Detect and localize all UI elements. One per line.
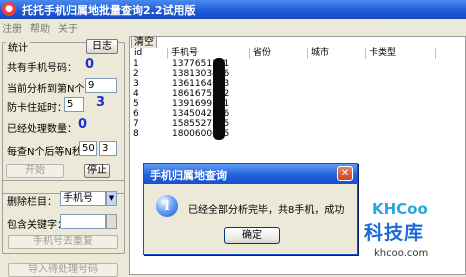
watermark-name: 科技库 <box>364 222 425 244</box>
delay-label: 防卡住延时： <box>7 103 67 114</box>
menu-register[interactable]: 注册 <box>2 20 22 35</box>
table-row-id: 3 <box>133 79 139 89</box>
table-row-id: 1 <box>133 59 139 69</box>
delay-field[interactable]: 5 <box>64 97 84 112</box>
watermark-brand: KHCoo <box>372 200 428 218</box>
chevron-down-icon[interactable]: ▼ <box>106 191 117 206</box>
clear-tab[interactable]: 清空 <box>131 36 157 48</box>
dialog-message: 已经全部分析完毕，共8手机，成功 <box>188 205 345 216</box>
processed-value: 0 <box>78 117 88 132</box>
column-header-phone[interactable]: 手机号 <box>168 48 250 59</box>
column-header-id[interactable]: id <box>131 48 168 59</box>
contains-keyword-input[interactable] <box>60 214 106 229</box>
delete-column-label: 删除栏目： <box>7 197 57 208</box>
dedupe-button[interactable]: 手机号去重复 <box>8 235 118 249</box>
keyword-side-button[interactable] <box>106 214 117 229</box>
watermark-logo: KHCoo 科技库 khcoo.com <box>364 200 466 275</box>
pause-n-field[interactable]: 50 <box>79 141 97 156</box>
control-panel: 统计 日志 共有手机号码： 0 当前分析到第N个： 9 防卡住延时： 5 3 已… <box>0 36 127 277</box>
current-index-field[interactable]: 9 <box>85 78 117 93</box>
total-phones-value: 0 <box>85 57 95 72</box>
stats-group-label: 统计 <box>6 39 30 54</box>
menu-bar: 注册 帮助 关于 <box>0 19 466 35</box>
table-row-id: 8 <box>133 129 139 139</box>
column-header-city[interactable]: 城市 <box>308 48 366 59</box>
processed-label: 已经处理数量： <box>7 124 77 135</box>
close-icon[interactable]: ✕ <box>337 166 353 181</box>
dialog-title-bar: 手机归属地查询 ✕ <box>144 164 357 184</box>
current-index-label: 当前分析到第N个： <box>7 84 95 95</box>
table-row-id: 4 <box>133 89 139 99</box>
start-button[interactable]: 开始 <box>6 164 64 178</box>
ok-button[interactable]: 确定 <box>224 227 280 244</box>
window-title: 托托手机归属地批量查询2.2试用版 <box>22 4 196 17</box>
table-row-id: 7 <box>133 119 139 129</box>
table-row-id: 5 <box>133 99 139 109</box>
redaction-mark <box>213 58 225 140</box>
table-row-id: 6 <box>133 109 139 119</box>
log-button[interactable]: 日志 <box>86 39 118 54</box>
watermark-url: khcoo.com <box>374 248 429 259</box>
message-dialog: 手机归属地查询 ✕ i 已经全部分析完毕，共8手机，成功 确定 <box>143 163 358 255</box>
menu-help[interactable]: 帮助 <box>30 20 50 35</box>
app-icon: ● <box>2 2 16 16</box>
menu-about[interactable]: 关于 <box>58 20 78 35</box>
pause-s-field[interactable]: 3 <box>99 141 117 156</box>
column-header-province[interactable]: 省份 <box>250 48 308 59</box>
contains-keyword-label: 包含关键字： <box>7 220 67 231</box>
pause-label: 每查N个后等N秒: <box>7 147 86 158</box>
delay-unit-value: 3 <box>96 95 106 110</box>
column-header-card-type[interactable]: 卡类型 <box>366 48 436 59</box>
total-phones-label: 共有手机号码： <box>7 63 77 74</box>
info-icon: i <box>156 195 178 217</box>
title-bar: ● 托托手机归属地批量查询2.2试用版 <box>0 0 466 19</box>
stop-button[interactable]: 停止 <box>84 164 110 178</box>
dialog-title: 手机归属地查询 <box>150 169 227 182</box>
delete-column-select[interactable]: 手机号 <box>60 191 106 206</box>
table-row-id: 2 <box>133 69 139 79</box>
